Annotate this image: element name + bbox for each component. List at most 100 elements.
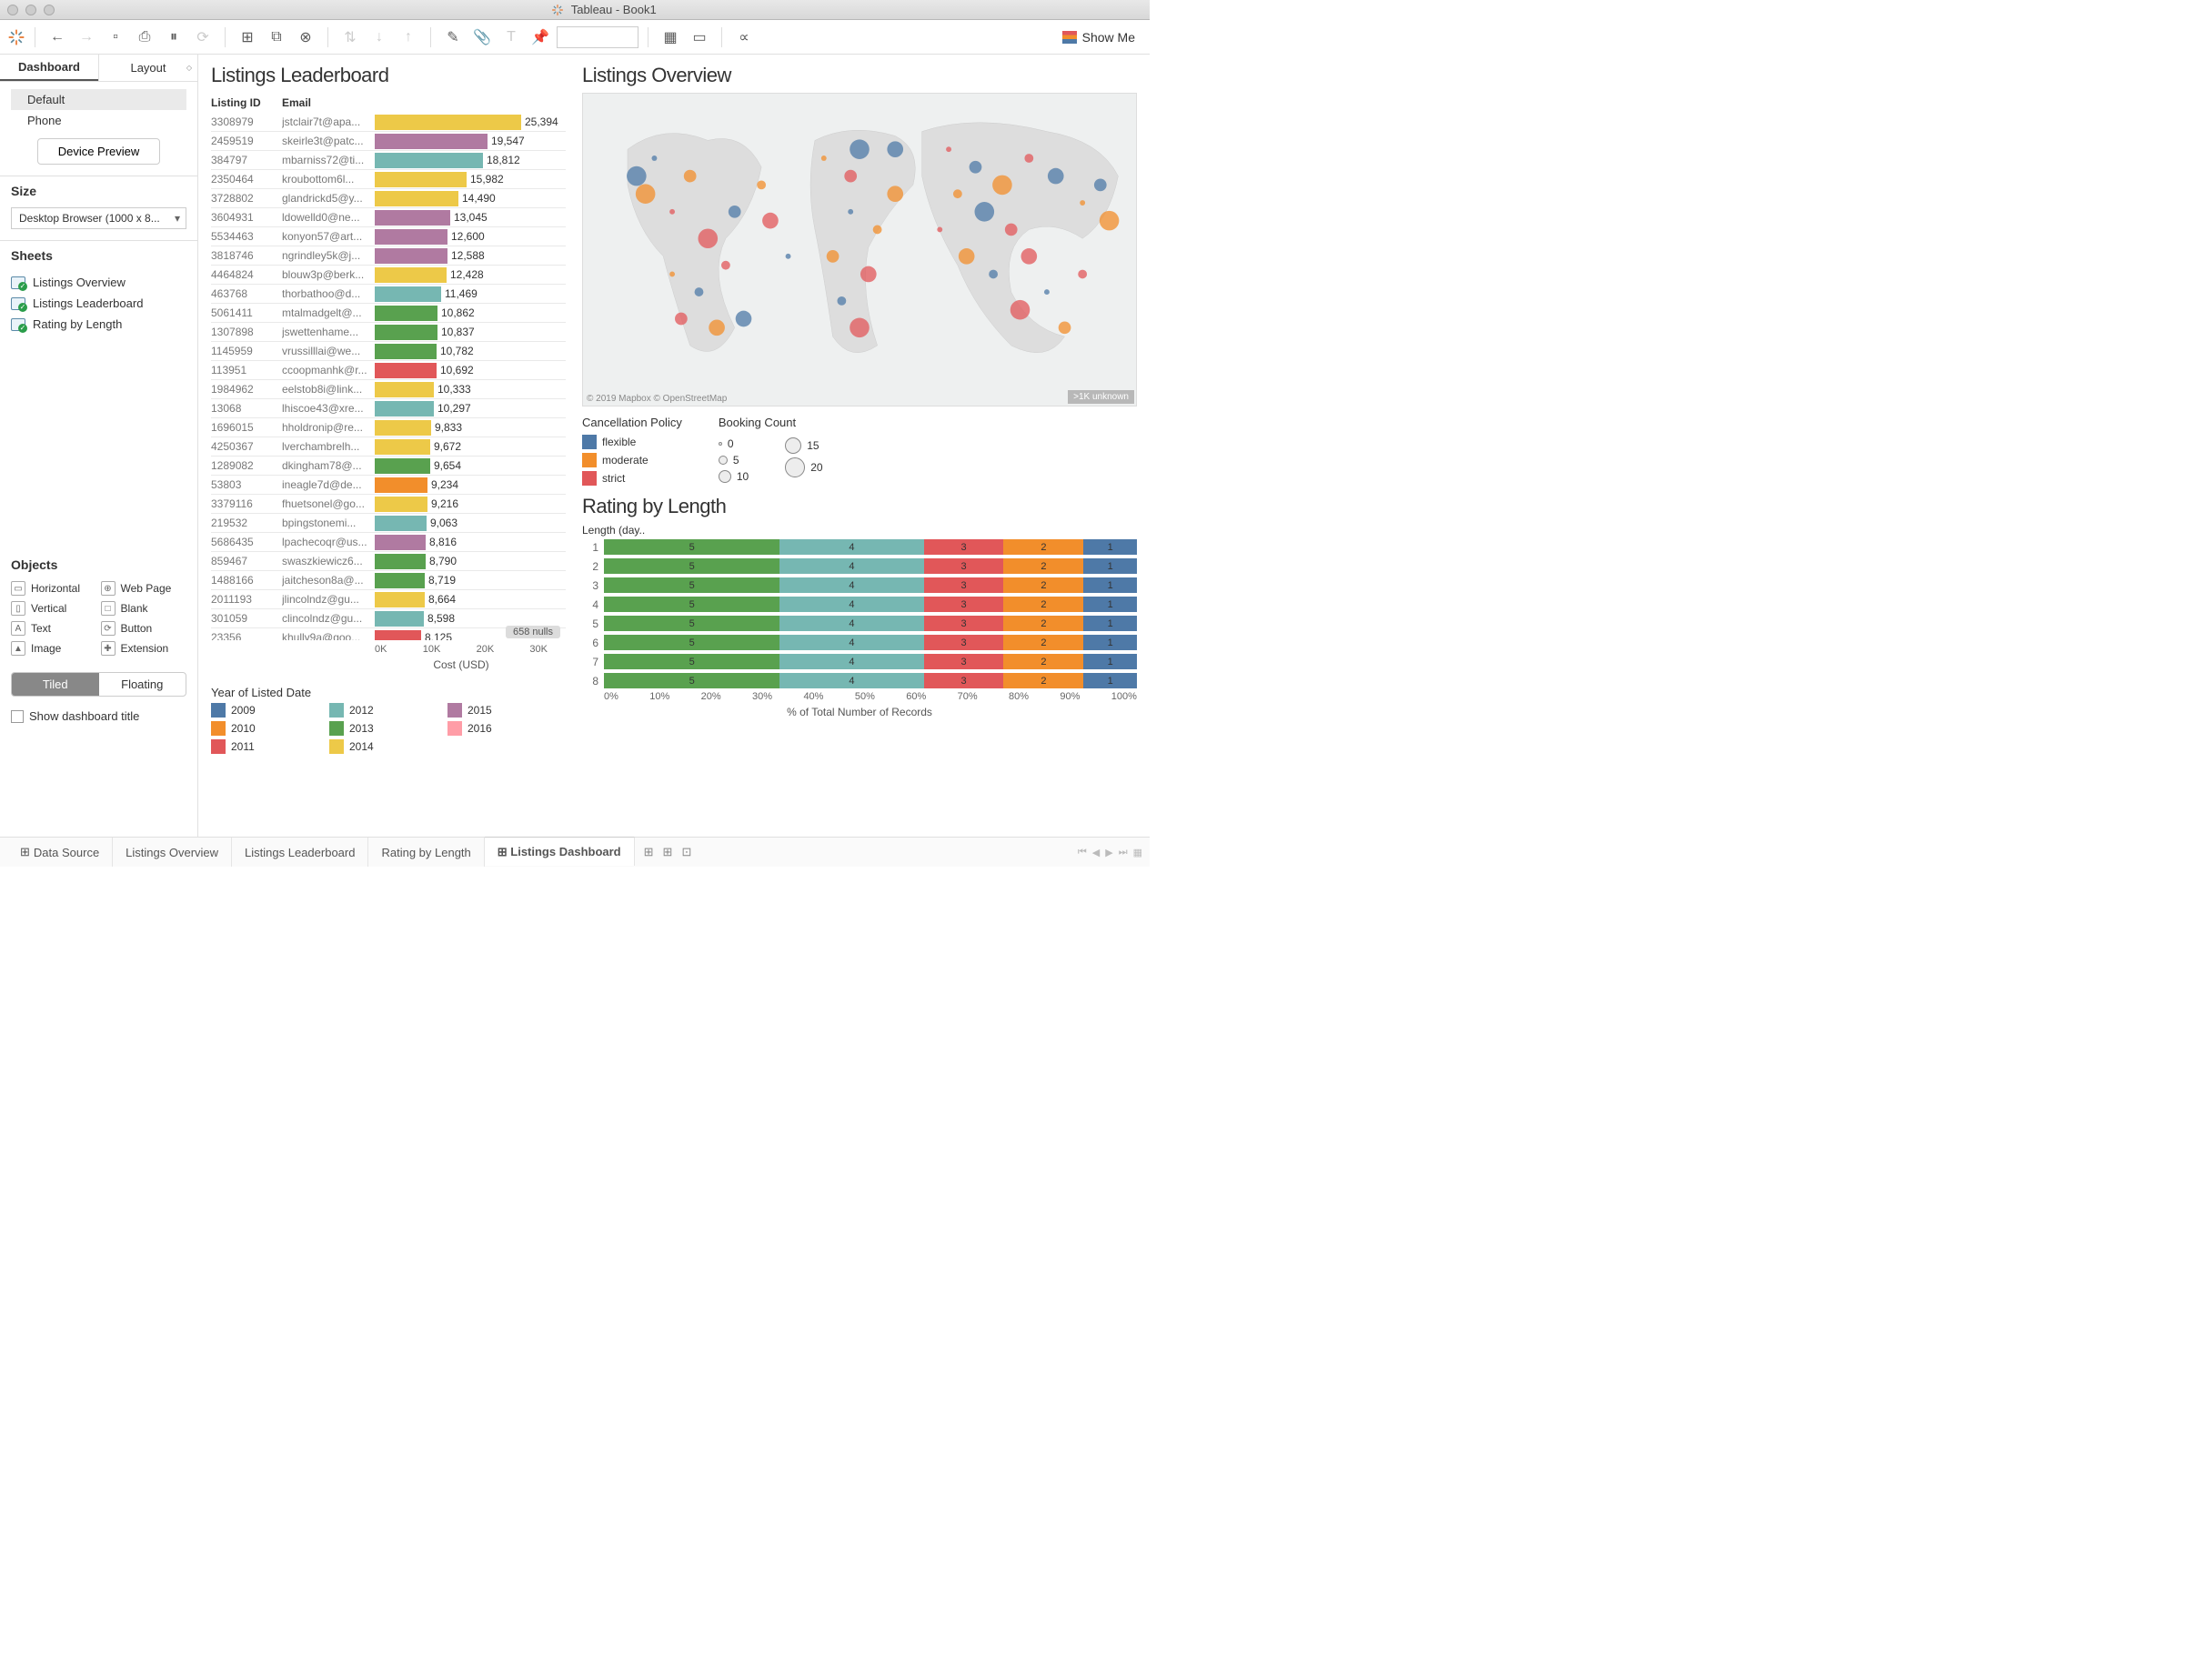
booking-legend-item[interactable]: 20 bbox=[785, 456, 822, 479]
sheet-item[interactable]: Listings Leaderboard bbox=[11, 293, 186, 314]
device-preview-button[interactable]: Device Preview bbox=[37, 138, 161, 165]
leaderboard-row[interactable]: 5061411mtalmadgelt@...10,862 bbox=[211, 304, 566, 323]
refresh-icon[interactable]: ⟳ bbox=[190, 25, 216, 50]
nav-first-icon[interactable]: ⏮ bbox=[1078, 847, 1087, 858]
leaderboard-row[interactable]: 3604931ldowelld0@ne...13,045 bbox=[211, 208, 566, 227]
leaderboard-row[interactable]: 4250367lverchambrelh...9,672 bbox=[211, 437, 566, 457]
leaderboard-row[interactable]: 5686435lpachecoqr@us...8,816 bbox=[211, 533, 566, 552]
rating-viz[interactable]: Rating by Length Length (day.. 154321254… bbox=[582, 495, 1137, 809]
traffic-lights[interactable] bbox=[7, 5, 55, 15]
year-legend-item[interactable]: 2014 bbox=[329, 739, 447, 754]
leaderboard-row[interactable]: 53803ineagle7d@de...9,234 bbox=[211, 476, 566, 495]
device-default[interactable]: Default bbox=[11, 89, 186, 110]
sheet-item[interactable]: Rating by Length bbox=[11, 314, 186, 335]
leaderboard-row[interactable]: 1307898jswettenhame...10,837 bbox=[211, 323, 566, 342]
leaderboard-viz[interactable]: Listings Leaderboard Listing ID Email 33… bbox=[211, 64, 566, 809]
new-data-icon[interactable]: ⎙ bbox=[132, 25, 157, 50]
present-icon[interactable]: ▭ bbox=[687, 25, 712, 50]
year-legend-item[interactable]: 2015 bbox=[447, 703, 566, 718]
rating-row[interactable]: 654321 bbox=[582, 634, 1137, 651]
rating-row[interactable]: 754321 bbox=[582, 653, 1137, 670]
rating-row[interactable]: 354321 bbox=[582, 577, 1137, 594]
leaderboard-row[interactable]: 2459519skeirle3t@patc...19,547 bbox=[211, 132, 566, 151]
year-legend-item[interactable]: 2009 bbox=[211, 703, 329, 718]
highlight-icon[interactable]: ✎ bbox=[440, 25, 466, 50]
leaderboard-row[interactable]: 2350464kroubottom6l...15,982 bbox=[211, 170, 566, 189]
leaderboard-row[interactable]: 384797mbarniss72@ti...18,812 bbox=[211, 151, 566, 170]
rating-row[interactable]: 554321 bbox=[582, 615, 1137, 632]
new-dashboard-tab-icon[interactable]: ⊞ bbox=[663, 845, 673, 859]
object-web-page[interactable]: ⊕Web Page bbox=[101, 581, 187, 596]
leaderboard-row[interactable]: 859467swaszkiewicz6...8,790 bbox=[211, 552, 566, 571]
nav-next-icon[interactable]: ▶ bbox=[1105, 847, 1112, 858]
object-blank[interactable]: □Blank bbox=[101, 601, 187, 616]
save-icon[interactable]: ▫ bbox=[103, 25, 128, 50]
forward-icon[interactable]: → bbox=[74, 25, 99, 50]
footer-tab[interactable]: Listings Overview bbox=[113, 838, 232, 867]
leaderboard-row[interactable]: 1289082dkingham78@...9,654 bbox=[211, 457, 566, 476]
year-legend-item[interactable]: 2013 bbox=[329, 721, 447, 736]
fit-dropdown[interactable] bbox=[557, 26, 638, 48]
swap-icon[interactable]: ⇅ bbox=[337, 25, 363, 50]
year-legend-item[interactable]: 2012 bbox=[329, 703, 447, 718]
leaderboard-row[interactable]: 3728802glandrickd5@y...14,490 bbox=[211, 189, 566, 208]
device-phone[interactable]: Phone bbox=[11, 110, 186, 131]
dashboard-tab[interactable]: Dashboard bbox=[0, 55, 98, 81]
share-icon[interactable]: ∝ bbox=[731, 25, 757, 50]
floating-button[interactable]: Floating bbox=[99, 673, 186, 696]
leaderboard-row[interactable]: 1145959vrussilllai@we...10,782 bbox=[211, 342, 566, 361]
nulls-pill[interactable]: 658 nulls bbox=[506, 626, 560, 638]
size-dropdown[interactable]: Desktop Browser (1000 x 8... bbox=[11, 207, 186, 229]
nav-last-icon[interactable]: ⏭ bbox=[1119, 847, 1128, 858]
cancel-legend-item[interactable]: strict bbox=[582, 469, 682, 487]
map-unknown-badge[interactable]: >1K unknown bbox=[1068, 390, 1134, 404]
object-vertical[interactable]: ▯Vertical bbox=[11, 601, 97, 616]
clear-icon[interactable]: ⊗ bbox=[293, 25, 318, 50]
pause-data-icon[interactable]: ⏸ bbox=[161, 25, 186, 50]
leaderboard-row[interactable]: 3379116fhuetsonel@go...9,216 bbox=[211, 495, 566, 514]
footer-tab[interactable]: ⊞ Listings Dashboard bbox=[485, 837, 635, 866]
text-icon[interactable]: T bbox=[498, 25, 524, 50]
duplicate-icon[interactable]: ⧉ bbox=[264, 25, 289, 50]
attach-icon[interactable]: 📎 bbox=[469, 25, 495, 50]
rating-row[interactable]: 454321 bbox=[582, 596, 1137, 613]
year-legend-item[interactable]: 2016 bbox=[447, 721, 566, 736]
leaderboard-row[interactable]: 13068lhiscoe43@xre...10,297 bbox=[211, 399, 566, 418]
sheet-item[interactable]: Listings Overview bbox=[11, 272, 186, 293]
rating-row[interactable]: 154321 bbox=[582, 538, 1137, 556]
object-extension[interactable]: ✚Extension bbox=[101, 641, 187, 656]
booking-legend-item[interactable]: 15 bbox=[785, 436, 822, 456]
footer-tab[interactable]: Listings Leaderboard bbox=[232, 838, 368, 867]
booking-legend-item[interactable]: 0 bbox=[719, 436, 749, 452]
leaderboard-row[interactable]: 1696015hholdronip@re...9,833 bbox=[211, 418, 566, 437]
leaderboard-row[interactable]: 463768thorbathoo@d...11,469 bbox=[211, 285, 566, 304]
leaderboard-row[interactable]: 3308979jstclair7t@apa...25,394 bbox=[211, 113, 566, 132]
tiled-button[interactable]: Tiled bbox=[12, 673, 99, 696]
booking-legend-item[interactable]: 5 bbox=[719, 452, 749, 468]
layout-tab[interactable]: Layout bbox=[98, 55, 197, 81]
back-icon[interactable]: ← bbox=[45, 25, 70, 50]
new-worksheet-tab-icon[interactable]: ⊞ bbox=[644, 845, 654, 859]
sort-asc-icon[interactable]: ↓ bbox=[367, 25, 392, 50]
footer-tab[interactable]: Rating by Length bbox=[368, 838, 484, 867]
booking-legend-item[interactable]: 10 bbox=[719, 468, 749, 485]
sort-desc-icon[interactable]: ↑ bbox=[396, 25, 421, 50]
datasource-tab[interactable]: ⊞Data Source bbox=[7, 838, 113, 867]
rating-row[interactable]: 254321 bbox=[582, 557, 1137, 575]
new-story-tab-icon[interactable]: ⊡ bbox=[681, 845, 691, 859]
object-horizontal[interactable]: ▭Horizontal bbox=[11, 581, 97, 596]
object-text[interactable]: AText bbox=[11, 621, 97, 636]
object-image[interactable]: ▲Image bbox=[11, 641, 97, 656]
year-legend-item[interactable]: 2011 bbox=[211, 739, 329, 754]
cards-icon[interactable]: ▦ bbox=[658, 25, 683, 50]
cancel-legend-item[interactable]: moderate bbox=[582, 451, 682, 469]
leaderboard-row[interactable]: 3818746ngrindley5k@j...12,588 bbox=[211, 246, 566, 266]
leaderboard-row[interactable]: 1984962eelstob8i@link...10,333 bbox=[211, 380, 566, 399]
leaderboard-row[interactable]: 113951ccoopmanhk@r...10,692 bbox=[211, 361, 566, 380]
leaderboard-row[interactable]: 2011193jlincolndz@gu...8,664 bbox=[211, 590, 566, 609]
leaderboard-row[interactable]: 1488166jaitcheson8a@...8,719 bbox=[211, 571, 566, 590]
nav-prev-icon[interactable]: ◀ bbox=[1092, 847, 1100, 858]
overview-viz[interactable]: Listings Overview © 2019 Mapbox © OpenSt… bbox=[582, 64, 1137, 487]
map-area[interactable]: © 2019 Mapbox © OpenStreetMap >1K unknow… bbox=[582, 93, 1137, 406]
nav-grid-icon[interactable]: ▦ bbox=[1133, 847, 1142, 858]
